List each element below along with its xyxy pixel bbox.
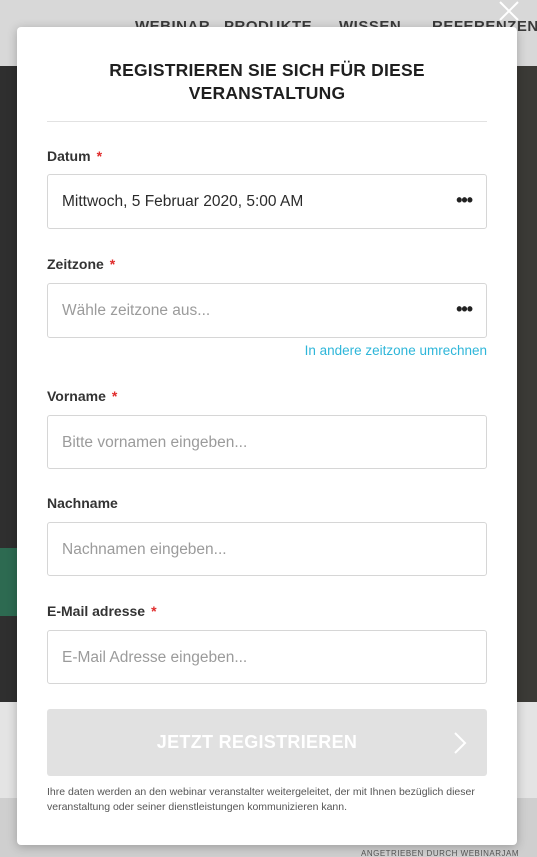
timezone-label-text: Zeitzone [47,256,104,272]
date-value: Mittwoch, 5 Februar 2020, 5:00 AM [62,193,304,210]
date-label: Datum * [47,148,102,164]
privacy-disclaimer: Ihre daten werden an den webinar veranst… [47,786,475,813]
more-dots-icon: ••• [456,299,473,319]
background-hero-image [517,66,537,702]
required-mark: * [96,148,103,164]
email-placeholder: E-Mail Adresse eingeben... [62,649,248,666]
register-button[interactable]: JETZT REGISTRIEREN [47,709,487,776]
timezone-label: Zeitzone * [47,256,115,272]
required-mark: * [111,388,118,404]
date-label-text: Datum [47,148,91,164]
registration-modal: REGISTRIEREN SIE SICH FÜR DIESE VERANSTA… [17,27,517,845]
email-label: E-Mail adresse * [47,603,157,619]
lastname-placeholder: Nachnamen eingeben... [62,541,227,558]
register-button-label: JETZT REGISTRIEREN [156,732,358,752]
close-icon [499,1,519,21]
convert-timezone-link[interactable]: In andere zeitzone umrechnen [305,343,487,358]
lastname-label-text: Nachname [47,495,118,511]
timezone-placeholder: Wähle zeitzone aus... [62,302,211,319]
required-mark: * [151,603,157,619]
lastname-label: Nachname [47,495,118,511]
title-divider [47,121,487,122]
firstname-label: Vorname * [47,388,117,404]
lastname-field[interactable]: Nachnamen eingeben... [47,522,487,576]
date-select[interactable]: Mittwoch, 5 Februar 2020, 5:00 AM ••• [47,174,487,229]
firstname-field[interactable]: Bitte vornamen eingeben... [47,415,487,469]
required-mark: * [109,256,116,272]
firstname-label-text: Vorname [47,388,106,404]
firstname-placeholder: Bitte vornamen eingeben... [62,434,248,451]
email-field[interactable]: E-Mail Adresse eingeben... [47,630,487,684]
email-label-text: E-Mail adresse [47,603,146,619]
chevron-right-icon [454,732,467,754]
timezone-select[interactable]: Wähle zeitzone aus... ••• [47,283,487,338]
powered-by-text: ANGETRIEBEN DURCH WEBINARJAM [360,849,519,857]
close-button[interactable] [496,0,522,24]
more-dots-icon: ••• [456,190,473,210]
modal-title: REGISTRIEREN SIE SICH FÜR DIESE VERANSTA… [109,60,425,103]
